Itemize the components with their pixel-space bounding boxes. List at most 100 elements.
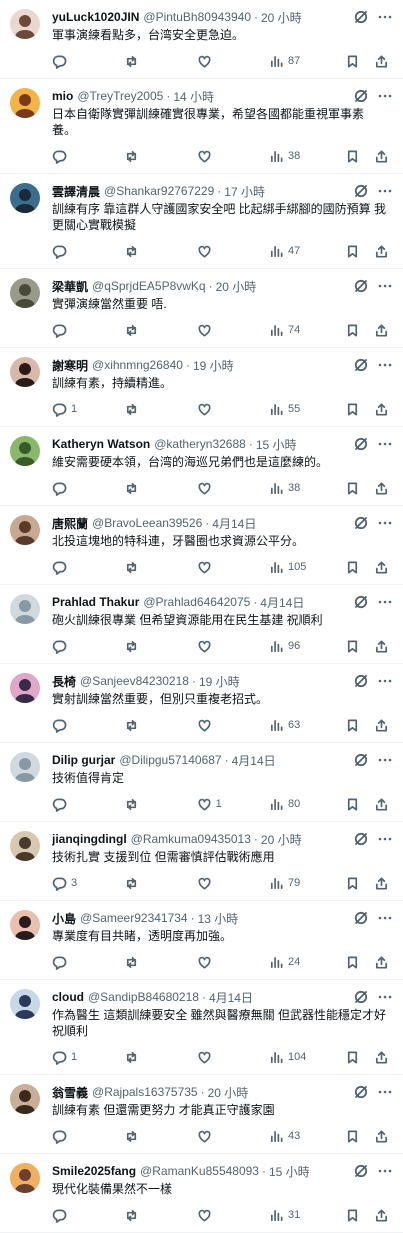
avatar[interactable] xyxy=(10,752,40,782)
retweet-button[interactable] xyxy=(124,876,196,891)
author-name[interactable]: 唐熙蘭 xyxy=(52,515,88,532)
more-options-icon[interactable] xyxy=(377,357,393,373)
timestamp[interactable]: 20 小時 xyxy=(208,1084,249,1101)
more-options-icon[interactable] xyxy=(377,1163,393,1179)
retweet-button[interactable] xyxy=(124,797,196,812)
reply-button[interactable] xyxy=(52,1208,124,1223)
bookmark-button[interactable] xyxy=(345,876,360,891)
bookmark-button[interactable] xyxy=(345,402,360,417)
timestamp[interactable]: 19 小時 xyxy=(193,357,234,374)
retweet-button[interactable] xyxy=(124,481,196,496)
author-handle[interactable]: @Sanjeev84230218 xyxy=(80,674,189,688)
timestamp[interactable]: 20 小時 xyxy=(261,831,302,848)
share-button[interactable] xyxy=(374,876,389,891)
more-options-icon[interactable] xyxy=(377,436,393,452)
views-button[interactable]: 80 xyxy=(269,797,345,812)
grok-icon[interactable] xyxy=(353,183,369,199)
views-button[interactable]: 38 xyxy=(269,481,345,496)
bookmark-button[interactable] xyxy=(345,1129,360,1144)
tweet[interactable]: Dilip gurjar @Dilipgu57140687 · 4月14日 技術… xyxy=(0,743,403,822)
reply-button[interactable] xyxy=(52,639,124,654)
more-options-icon[interactable] xyxy=(377,278,393,294)
timestamp[interactable]: 20 小時 xyxy=(216,278,257,295)
author-handle[interactable]: @Sameer92341734 xyxy=(80,911,188,925)
author-name[interactable]: cloud xyxy=(52,990,84,1004)
views-button[interactable]: 74 xyxy=(269,323,345,338)
retweet-button[interactable] xyxy=(124,54,196,69)
grok-icon[interactable] xyxy=(353,357,369,373)
author-name[interactable]: yuLuck1020JIN xyxy=(52,10,139,24)
author-name[interactable]: jianqingdingl xyxy=(52,832,127,846)
author-handle[interactable]: @PintuBh80943940 xyxy=(143,10,251,24)
retweet-button[interactable] xyxy=(124,323,196,338)
share-button[interactable] xyxy=(374,402,389,417)
author-handle[interactable]: @Dilipgu57140687 xyxy=(119,753,221,767)
reply-button[interactable] xyxy=(52,797,124,812)
author-handle[interactable]: @BravoLeean39526 xyxy=(92,516,202,530)
reply-button[interactable] xyxy=(52,955,124,970)
retweet-button[interactable] xyxy=(124,1050,196,1065)
grok-icon[interactable] xyxy=(353,1084,369,1100)
author-handle[interactable]: @TreyTrey2005 xyxy=(77,89,163,103)
timestamp[interactable]: 13 小時 xyxy=(198,910,239,927)
avatar[interactable] xyxy=(10,436,40,466)
grok-icon[interactable] xyxy=(353,594,369,610)
more-options-icon[interactable] xyxy=(377,831,393,847)
author-name[interactable]: Katheryn Watson xyxy=(52,437,150,451)
avatar[interactable] xyxy=(10,357,40,387)
timestamp[interactable]: 4月14日 xyxy=(209,989,253,1006)
views-button[interactable]: 79 xyxy=(269,876,345,891)
timestamp[interactable]: 15 小時 xyxy=(269,1163,310,1180)
more-options-icon[interactable] xyxy=(377,910,393,926)
avatar[interactable] xyxy=(10,989,40,1019)
author-name[interactable]: 雲譯清晨 xyxy=(52,183,100,200)
author-handle[interactable]: @qSprjdEA5P8vwKq xyxy=(92,279,206,293)
author-name[interactable]: Dilip gurjar xyxy=(52,753,115,767)
share-button[interactable] xyxy=(374,797,389,812)
retweet-button[interactable] xyxy=(124,1208,196,1223)
author-handle[interactable]: @xihnmng26840 xyxy=(92,358,183,372)
like-button[interactable] xyxy=(197,481,269,496)
author-name[interactable]: mio xyxy=(52,89,73,103)
like-button[interactable] xyxy=(197,718,269,733)
more-options-icon[interactable] xyxy=(377,1084,393,1100)
grok-icon[interactable] xyxy=(353,1163,369,1179)
author-name[interactable]: 小島 xyxy=(52,910,76,927)
more-options-icon[interactable] xyxy=(377,9,393,25)
share-button[interactable] xyxy=(374,481,389,496)
tweet[interactable]: 梁華凱 @qSprjdEA5P8vwKq · 20 小時 實彈演練當然重要 唔. xyxy=(0,269,403,348)
author-handle[interactable]: @Ramkuma09435013 xyxy=(131,832,251,846)
author-name[interactable]: Smile2025fang xyxy=(52,1164,136,1178)
author-handle[interactable]: @Shankar92767229 xyxy=(104,184,214,198)
views-button[interactable]: 105 xyxy=(269,560,345,575)
like-button[interactable] xyxy=(197,402,269,417)
reply-button[interactable]: 1 xyxy=(52,1050,124,1065)
share-button[interactable] xyxy=(374,639,389,654)
author-name[interactable]: 謝寒明 xyxy=(52,357,88,374)
avatar[interactable] xyxy=(10,1084,40,1114)
reply-button[interactable] xyxy=(52,54,124,69)
avatar[interactable] xyxy=(10,910,40,940)
grok-icon[interactable] xyxy=(353,989,369,1005)
grok-icon[interactable] xyxy=(353,278,369,294)
timestamp[interactable]: 19 小時 xyxy=(199,673,240,690)
avatar[interactable] xyxy=(10,831,40,861)
like-button[interactable] xyxy=(197,560,269,575)
share-button[interactable] xyxy=(374,1050,389,1065)
avatar[interactable] xyxy=(10,673,40,703)
reply-button[interactable] xyxy=(52,718,124,733)
tweet[interactable]: 長椅 @Sanjeev84230218 · 19 小時 實射訓練當然重要，但別只… xyxy=(0,664,403,743)
like-button[interactable] xyxy=(197,149,269,164)
timestamp[interactable]: 4月14日 xyxy=(232,752,276,769)
bookmark-button[interactable] xyxy=(345,481,360,496)
more-options-icon[interactable] xyxy=(377,594,393,610)
share-button[interactable] xyxy=(374,1129,389,1144)
bookmark-button[interactable] xyxy=(345,560,360,575)
more-options-icon[interactable] xyxy=(377,183,393,199)
like-button[interactable] xyxy=(197,1208,269,1223)
views-button[interactable]: 24 xyxy=(269,955,345,970)
avatar[interactable] xyxy=(10,88,40,118)
bookmark-button[interactable] xyxy=(345,1208,360,1223)
timestamp[interactable]: 17 小時 xyxy=(224,183,265,200)
avatar[interactable] xyxy=(10,278,40,308)
